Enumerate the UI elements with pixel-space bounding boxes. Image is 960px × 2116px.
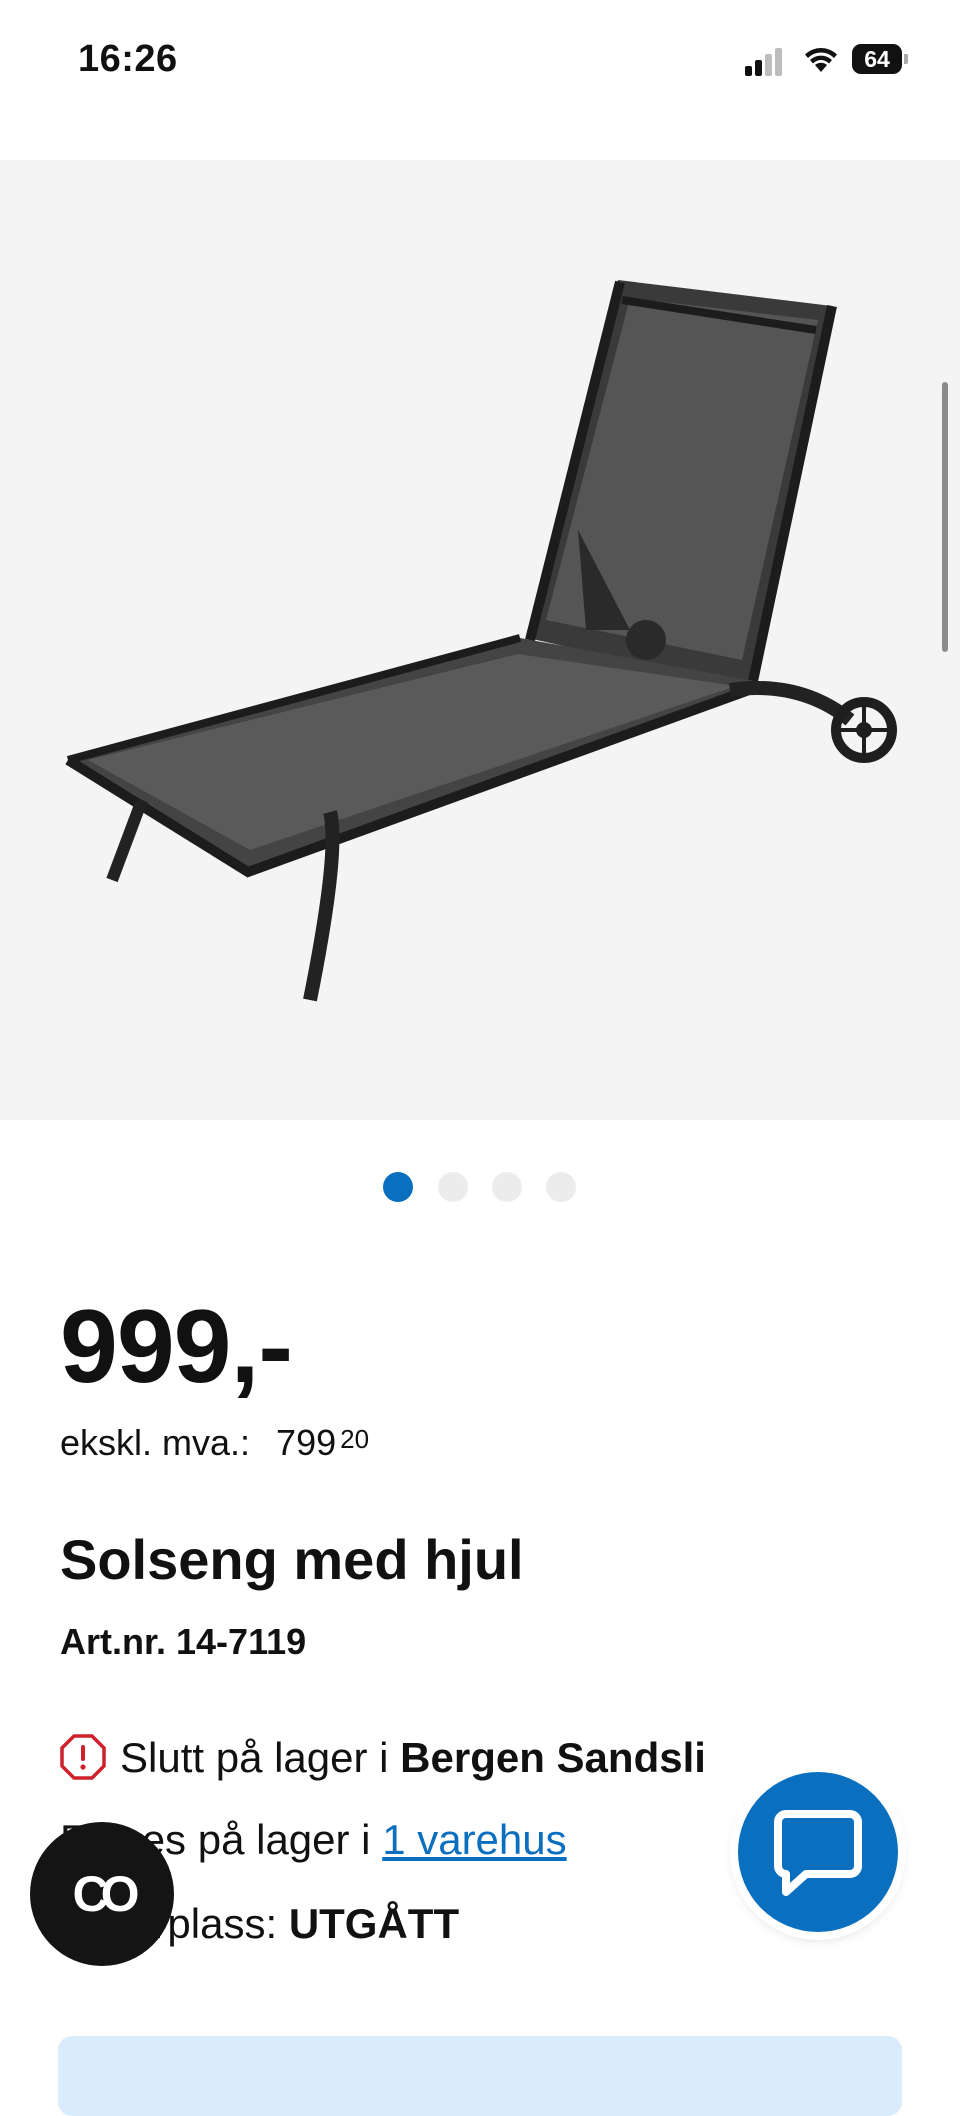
co-button[interactable]: CO xyxy=(30,1822,174,1966)
price-ex-vat-cents: 20 xyxy=(340,1424,370,1454)
stock-status-store: Slutt på lager i Bergen Sandsli xyxy=(60,1732,706,1784)
gallery-dot-2[interactable] xyxy=(438,1172,468,1202)
stock-line1-prefix: Slutt på lager i xyxy=(120,1734,401,1781)
wifi-icon xyxy=(805,48,837,72)
cellular-signal-icon xyxy=(745,48,782,76)
warehouse-count-link[interactable]: 1 varehus xyxy=(382,1816,566,1863)
price-ex-vat-label: ekskl. mva.: xyxy=(60,1422,251,1463)
battery-level: 64 xyxy=(852,44,902,74)
chat-button[interactable] xyxy=(738,1772,898,1932)
bottom-action-banner[interactable] xyxy=(58,2036,902,2116)
article-number: Art.nr. 14-7119 xyxy=(60,1621,307,1662)
warning-icon xyxy=(60,1734,106,1780)
gallery-dot-3[interactable] xyxy=(492,1172,522,1202)
product-image-gallery[interactable] xyxy=(0,160,960,1120)
gallery-pagination xyxy=(0,1172,960,1202)
scroll-indicator[interactable] xyxy=(942,382,948,652)
status-time: 16:26 xyxy=(78,38,178,80)
product-price: 999,- xyxy=(60,1289,293,1405)
gallery-dot-4[interactable] xyxy=(546,1172,576,1202)
status-bar: 16:26 64 xyxy=(0,0,960,120)
sun-lounger-image xyxy=(65,280,897,1002)
price-ex-vat: ekskl. mva.: 799 20 xyxy=(60,1420,369,1466)
price-ex-vat-value: 799 xyxy=(276,1422,337,1463)
stock-location-value: UTGÅTT xyxy=(288,1900,460,1947)
store-name: Bergen Sandsli xyxy=(400,1734,706,1781)
battery-icon: 64 xyxy=(852,44,908,74)
co-button-label: CO xyxy=(72,1866,140,1922)
gallery-dot-1[interactable] xyxy=(383,1172,413,1202)
chat-bubble-icon xyxy=(774,1810,862,1896)
product-title: Solseng med hjul xyxy=(60,1528,524,1591)
